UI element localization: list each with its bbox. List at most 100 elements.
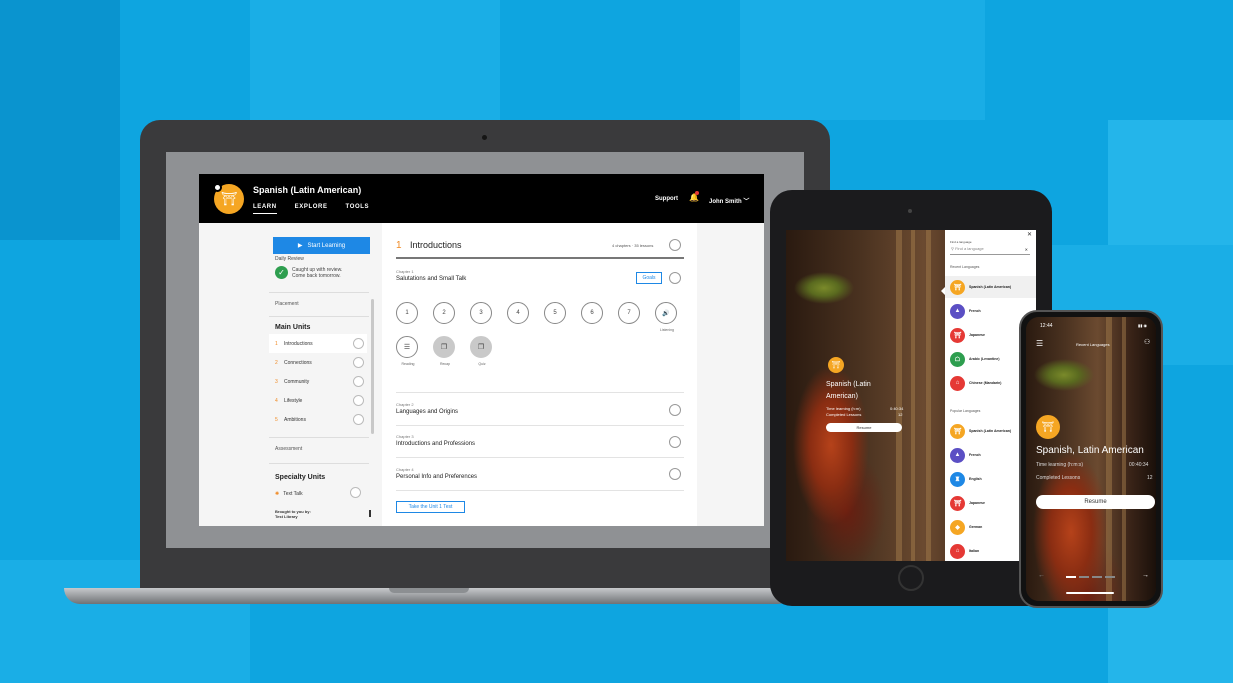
laptop-camera	[482, 135, 487, 140]
lesson-button[interactable]: 1	[396, 302, 418, 324]
support-link[interactable]: Support	[655, 196, 678, 202]
chapter-header[interactable]: Chapter 1 Salutations and Small Talk	[396, 269, 466, 282]
reading-icon: ☰	[403, 344, 411, 351]
progress-circle-icon	[669, 468, 681, 480]
placement-link[interactable]: Placement	[275, 301, 299, 307]
unit-item-text-talk[interactable]: ✺ Text Talk	[275, 491, 303, 497]
unit-content: 1 Introductions 4 chapters · 35 lessons …	[382, 223, 697, 526]
resume-button[interactable]: Resume	[1036, 495, 1155, 509]
quiz-button[interactable]: ❐ Quiz	[470, 336, 492, 366]
laptop-base	[64, 588, 794, 604]
progress-circle-icon	[353, 357, 364, 368]
app-logo[interactable]: ⛩	[213, 183, 244, 214]
assessment-link[interactable]: Assessment	[275, 446, 302, 452]
lesson-list: 1 2 3 4 5 6 7 🔊 Listening	[396, 302, 677, 332]
lesson-button[interactable]: 6	[581, 302, 603, 324]
main-units-heading: Main Units	[275, 324, 311, 331]
unit-label: Text Talk	[283, 491, 303, 497]
section-underline	[396, 257, 684, 259]
laptop-screen: ⛩ Spanish (Latin American) LEARN EXPLORE…	[166, 152, 804, 548]
chapter-row[interactable]: Chapter 4 Personal Info and Preferences	[396, 467, 477, 480]
language-item[interactable]: ⛩ Spanish (Latin American)	[945, 276, 1036, 298]
nav-explore[interactable]: EXPLORE	[295, 204, 328, 214]
close-icon[interactable]: ✕	[1027, 231, 1032, 238]
arrow-left-icon[interactable]: ←	[1038, 572, 1045, 579]
language-name: French	[969, 453, 981, 457]
language-icon: ♜	[950, 471, 965, 487]
unit-item-lifestyle[interactable]: 4 Lifestyle	[269, 391, 367, 410]
recap-button[interactable]: ❐ Recap	[433, 336, 455, 366]
goals-button[interactable]: Goals	[636, 272, 662, 284]
unit-number: 2	[275, 359, 278, 366]
unit-number: 1	[275, 340, 278, 347]
resume-button[interactable]: Resume	[826, 423, 902, 432]
unit-item-ambitions[interactable]: 5 Ambitions	[269, 410, 367, 429]
progress-circle-icon	[669, 404, 681, 416]
laptop: ⛩ Spanish (Latin American) LEARN EXPLORE…	[140, 120, 830, 595]
current-language: Spanish (Latin American)	[826, 381, 871, 400]
unit-item-introductions[interactable]: 1 Introductions	[269, 334, 367, 353]
language-icon: ⌂	[950, 543, 965, 559]
main-nav: LEARN EXPLORE TOOLS	[253, 204, 369, 214]
learning-app: ⛩ Spanish (Latin American) LEARN EXPLORE…	[199, 174, 764, 526]
photo-detail	[1106, 317, 1112, 601]
photo-detail	[896, 230, 902, 561]
checkmark-icon: ✓	[275, 266, 288, 279]
chevron-down-icon: ﹀	[743, 199, 750, 205]
language-search-input[interactable]: ⚲ Find a language ✕	[950, 246, 1030, 255]
language-icon: ⛩	[950, 495, 965, 511]
language-icon: ⛩	[950, 327, 965, 343]
lesson-button[interactable]: 2	[433, 302, 455, 324]
app-header: ⛩ Spanish (Latin American) LEARN EXPLORE…	[199, 174, 764, 223]
chapter-divider	[396, 490, 684, 491]
chapter-label: Chapter 1	[396, 269, 414, 274]
completed-lessons-label: Completed Lessons	[1036, 475, 1081, 481]
listening-button[interactable]: 🔊 Listening	[655, 302, 677, 332]
photo-detail	[1122, 317, 1126, 601]
reading-button[interactable]: ☰ Reading	[396, 336, 418, 366]
chapter-name: Languages and Origins	[396, 409, 459, 415]
notification-bell-icon[interactable]: 🔔	[689, 191, 699, 202]
nav-learn[interactable]: LEARN	[253, 204, 277, 214]
unit-item-community[interactable]: 3 Community	[269, 372, 367, 391]
language-name: Spanish (Latin American)	[969, 429, 1012, 433]
photo-detail	[926, 230, 931, 561]
chapter-name: Introductions and Professions	[396, 441, 476, 447]
divider	[269, 437, 369, 438]
language-name: Japanese	[969, 501, 985, 505]
time-learning-label: Time learning (h:m)	[826, 406, 861, 411]
nav-tools[interactable]: TOOLS	[346, 204, 370, 214]
unit-item-connections[interactable]: 2 Connections	[269, 353, 367, 372]
chapter-row[interactable]: Chapter 2 Languages and Origins	[396, 402, 458, 415]
language-icon: ⛩	[950, 423, 965, 439]
user-icon[interactable]: ⚇	[1144, 338, 1150, 346]
progress-circle-icon	[669, 272, 681, 284]
sidebar-scrollbar[interactable]	[371, 299, 374, 434]
clear-icon[interactable]: ✕	[1025, 247, 1028, 252]
phone: 12:44 ▮▮ ◉ ☰ Recent Languages ⚇ ⛩ Spanis…	[1019, 310, 1163, 608]
photo-detail	[911, 230, 915, 561]
lesson-button[interactable]: 4	[507, 302, 529, 324]
lesson-button[interactable]: 5	[544, 302, 566, 324]
menu-icon[interactable]: ☰	[1036, 339, 1043, 348]
completed-lessons-value: 12	[1147, 475, 1153, 481]
logo-badge-dot	[213, 183, 222, 192]
divider	[269, 463, 369, 464]
lesson-button[interactable]: 3	[470, 302, 492, 324]
sponsor-credit: Brought to you by: Test Library	[275, 509, 311, 519]
unit-test-button[interactable]: Take the Unit 1 Test	[396, 501, 465, 513]
chapter-row[interactable]: Chapter 3 Introductions and Professions	[396, 434, 475, 447]
divider	[269, 292, 369, 293]
unit-number: 3	[275, 378, 278, 385]
user-menu[interactable]: John Smith ﹀	[709, 196, 749, 205]
lesson-button[interactable]: 7	[618, 302, 640, 324]
home-button[interactable]	[898, 565, 924, 591]
arrow-right-icon[interactable]: →	[1142, 572, 1149, 579]
time-learning-value: 00:40:34	[1129, 462, 1149, 468]
start-learning-button[interactable]: ▶ Start Learning	[273, 237, 370, 254]
scroll-handle[interactable]	[369, 510, 371, 517]
divider	[269, 316, 369, 317]
completed-lessons-label: Completed Lessons	[826, 412, 862, 417]
language-badge-icon: ⛩	[828, 357, 844, 373]
start-learning-label: Start Learning	[307, 242, 346, 249]
